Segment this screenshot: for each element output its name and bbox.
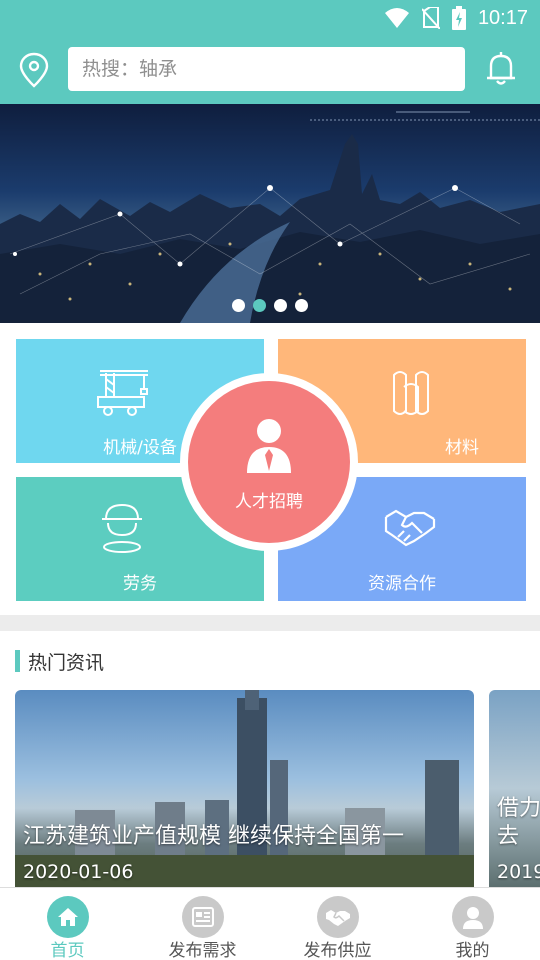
search-box[interactable]	[68, 47, 465, 91]
bell-icon[interactable]	[484, 50, 518, 88]
carousel-dots	[0, 299, 540, 312]
news-photo	[15, 690, 474, 887]
category-recruitment[interactable]: 人才招聘	[180, 373, 358, 551]
top-bar	[0, 36, 540, 104]
tab-publish-supply-label: 发布供应	[303, 941, 372, 960]
carousel-dot[interactable]	[295, 299, 308, 312]
city-skyline-image	[0, 111, 540, 323]
tab-mine[interactable]: 我的	[405, 888, 540, 960]
news-date: 2020-01-06	[23, 861, 134, 883]
category-resource-label: 资源合作	[368, 574, 436, 594]
wifi-icon	[384, 8, 409, 28]
news-card[interactable]: 借力 去 2019	[489, 690, 540, 887]
newspaper-icon	[181, 896, 224, 938]
hard-hat-worker-icon	[102, 503, 142, 553]
pipes-icon	[393, 371, 429, 415]
crane-truck-icon	[97, 370, 148, 416]
bottom-tab-bar: 首页 发布需求 发布供应 我的	[0, 887, 540, 960]
carousel-dot-active[interactable]	[253, 299, 266, 312]
section-title-text: 热门资讯	[28, 651, 105, 674]
category-labor-label: 劳务	[123, 574, 157, 594]
tab-mine-label: 我的	[455, 941, 490, 960]
tab-publish-supply[interactable]: 发布供应	[270, 888, 405, 960]
section-title: 热门资讯	[15, 648, 104, 674]
user-icon	[451, 896, 494, 938]
category-recruitment-label: 人才招聘	[235, 492, 303, 512]
handshake-icon	[316, 896, 359, 938]
section-accent-bar	[15, 650, 20, 672]
tab-publish-demand-label: 发布需求	[168, 941, 237, 960]
tab-home-label: 首页	[50, 941, 85, 960]
status-bar: 10:17	[0, 0, 540, 36]
news-title: 江苏建筑业产值规模 继续保持全国第一	[23, 824, 404, 849]
news-title-line2: 去	[497, 824, 520, 849]
tab-publish-demand[interactable]: 发布需求	[135, 888, 270, 960]
handshake-icon	[384, 509, 436, 547]
recruitment-circle: 人才招聘	[188, 381, 350, 543]
battery-icon	[451, 6, 466, 30]
banner-carousel[interactable]	[0, 104, 540, 323]
person-tie-icon	[247, 419, 291, 473]
status-time: 10:17	[477, 6, 528, 29]
carousel-dot[interactable]	[232, 299, 245, 312]
tab-home[interactable]: 首页	[0, 888, 135, 960]
category-material-label: 材料	[445, 438, 479, 458]
carousel-dot[interactable]	[274, 299, 287, 312]
news-card[interactable]: 江苏建筑业产值规模 继续保持全国第一 2020-01-06	[15, 690, 474, 887]
no-sim-icon	[421, 7, 440, 29]
hot-news-section: 热门资讯 江苏建筑业产值规模 继续保持全国第一 2020-01-06 借力 去 …	[0, 631, 540, 887]
search-input[interactable]	[68, 47, 465, 91]
location-pin-icon[interactable]	[18, 52, 50, 88]
category-grid: 机械/设备 材料 劳务 资源合作 人才招聘	[0, 323, 540, 615]
status-icons: 10:17	[384, 4, 528, 32]
home-icon	[46, 896, 89, 938]
news-date: 2019	[497, 861, 540, 883]
